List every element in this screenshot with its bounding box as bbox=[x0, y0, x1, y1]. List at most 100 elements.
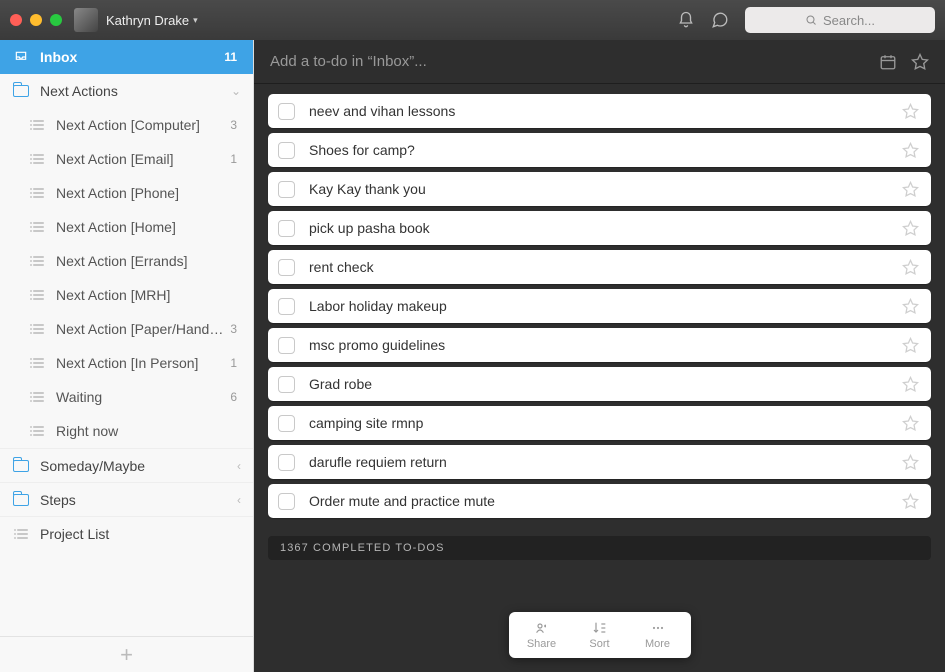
sidebar-item-count: 1 bbox=[230, 152, 241, 166]
sidebar-item-label: Next Action [Computer] bbox=[56, 117, 230, 133]
bottom-toolbar: Share Sort More bbox=[509, 612, 691, 658]
star-icon[interactable] bbox=[902, 220, 919, 237]
sidebar-item-label: Next Action [In Person] bbox=[56, 355, 230, 371]
todo-item[interactable]: pick up pasha book bbox=[268, 211, 931, 245]
share-button[interactable]: Share bbox=[513, 620, 571, 650]
share-label: Share bbox=[527, 638, 556, 650]
sidebar-item-label: Next Action [Email] bbox=[56, 151, 230, 167]
checkbox[interactable] bbox=[278, 103, 295, 120]
completed-label: 1367 COMPLETED TO-DOS bbox=[280, 542, 445, 554]
star-icon[interactable] bbox=[902, 103, 919, 120]
inbox-icon bbox=[12, 50, 30, 64]
sidebar-item-someday[interactable]: Someday/Maybe ‹ bbox=[0, 448, 253, 482]
todo-item[interactable]: darufle requiem return bbox=[268, 445, 931, 479]
user-menu[interactable]: Kathryn Drake ▾ bbox=[106, 13, 198, 28]
sidebar-item-count: 6 bbox=[230, 390, 241, 404]
folder-icon bbox=[12, 85, 30, 97]
checkbox[interactable] bbox=[278, 415, 295, 432]
todo-item[interactable]: Kay Kay thank you bbox=[268, 172, 931, 206]
list-icon bbox=[28, 290, 46, 300]
checkbox[interactable] bbox=[278, 376, 295, 393]
sidebar-item-next-action[interactable]: Waiting6 bbox=[0, 380, 253, 414]
minimize-window-button[interactable] bbox=[30, 14, 42, 26]
window-controls bbox=[10, 14, 62, 26]
sidebar-item-steps[interactable]: Steps ‹ bbox=[0, 482, 253, 516]
plus-icon: + bbox=[120, 642, 133, 668]
star-icon[interactable] bbox=[902, 454, 919, 471]
checkbox[interactable] bbox=[278, 142, 295, 159]
todo-item[interactable]: Grad robe bbox=[268, 367, 931, 401]
sidebar-item-label: Right now bbox=[56, 423, 237, 439]
star-icon[interactable] bbox=[902, 337, 919, 354]
sidebar-item-next-action[interactable]: Next Action [Email]1 bbox=[0, 142, 253, 176]
todo-text: darufle requiem return bbox=[309, 454, 902, 470]
sidebar-item-next-action[interactable]: Next Action [MRH] bbox=[0, 278, 253, 312]
todo-text: pick up pasha book bbox=[309, 220, 902, 236]
star-icon[interactable] bbox=[902, 259, 919, 276]
todo-item[interactable]: Shoes for camp? bbox=[268, 133, 931, 167]
more-button[interactable]: More bbox=[629, 620, 687, 650]
sidebar-item-label: Next Action [MRH] bbox=[56, 287, 237, 303]
list-icon bbox=[28, 120, 46, 130]
titlebar: Kathryn Drake ▾ Search... bbox=[0, 0, 945, 40]
todo-item[interactable]: camping site rmnp bbox=[268, 406, 931, 440]
star-icon[interactable] bbox=[902, 415, 919, 432]
star-icon[interactable] bbox=[902, 181, 919, 198]
close-window-button[interactable] bbox=[10, 14, 22, 26]
todo-list: neev and vihan lessons Shoes for camp? Kay… bbox=[254, 84, 945, 526]
sidebar-item-next-action[interactable]: Next Action [Phone] bbox=[0, 176, 253, 210]
sidebar-item-next-action[interactable]: Next Action [Home] bbox=[0, 210, 253, 244]
checkbox[interactable] bbox=[278, 181, 295, 198]
add-todo-bar[interactable]: Add a to-do in “Inbox”... bbox=[254, 40, 945, 84]
add-list-button[interactable]: + bbox=[0, 636, 253, 672]
checkbox[interactable] bbox=[278, 337, 295, 354]
star-icon[interactable] bbox=[902, 376, 919, 393]
star-icon[interactable] bbox=[902, 298, 919, 315]
sidebar-item-next-actions[interactable]: Next Actions ⌄ bbox=[0, 74, 253, 108]
list-icon bbox=[28, 358, 46, 368]
sidebar: Inbox 11 Next Actions ⌄ Next Action [Com… bbox=[0, 40, 254, 672]
sidebar-item-label: Next Action [Errands] bbox=[56, 253, 237, 269]
list-icon bbox=[28, 188, 46, 198]
sort-button[interactable]: Sort bbox=[571, 620, 629, 650]
avatar[interactable] bbox=[74, 8, 98, 32]
todo-item[interactable]: neev and vihan lessons bbox=[268, 94, 931, 128]
todo-item[interactable]: Labor holiday makeup bbox=[268, 289, 931, 323]
chevron-down-icon: ⌄ bbox=[231, 84, 241, 98]
sidebar-item-next-action[interactable]: Next Action [Paper/Handwritt...3 bbox=[0, 312, 253, 346]
completed-todos-button[interactable]: 1367 COMPLETED TO-DOS bbox=[268, 536, 931, 560]
calendar-icon[interactable] bbox=[879, 53, 897, 71]
sidebar-item-next-action[interactable]: Next Action [Computer]3 bbox=[0, 108, 253, 142]
sidebar-item-count: 3 bbox=[230, 322, 241, 336]
star-icon[interactable] bbox=[902, 493, 919, 510]
list-icon bbox=[28, 392, 46, 402]
todo-text: rent check bbox=[309, 259, 902, 275]
todo-item[interactable]: msc promo guidelines bbox=[268, 328, 931, 362]
sidebar-item-next-action[interactable]: Next Action [In Person]1 bbox=[0, 346, 253, 380]
bell-icon[interactable] bbox=[677, 11, 695, 29]
sidebar-item-project-list[interactable]: Project List bbox=[0, 516, 253, 550]
checkbox[interactable] bbox=[278, 493, 295, 510]
sidebar-item-inbox[interactable]: Inbox 11 bbox=[0, 40, 253, 74]
checkbox[interactable] bbox=[278, 454, 295, 471]
zoom-window-button[interactable] bbox=[50, 14, 62, 26]
checkbox[interactable] bbox=[278, 259, 295, 276]
todo-item[interactable]: rent check bbox=[268, 250, 931, 284]
sidebar-item-label: Next Action [Phone] bbox=[56, 185, 237, 201]
folder-icon bbox=[12, 494, 30, 506]
todo-item[interactable]: Order mute and practice mute bbox=[268, 484, 931, 518]
sidebar-item-next-action[interactable]: Right now bbox=[0, 414, 253, 448]
checkbox[interactable] bbox=[278, 298, 295, 315]
chevron-down-icon: ▾ bbox=[193, 15, 198, 26]
search-input[interactable]: Search... bbox=[745, 7, 935, 33]
star-icon[interactable] bbox=[902, 142, 919, 159]
chevron-left-icon: ‹ bbox=[237, 493, 241, 507]
todo-text: Kay Kay thank you bbox=[309, 181, 902, 197]
checkbox[interactable] bbox=[278, 220, 295, 237]
chat-icon[interactable] bbox=[711, 11, 729, 29]
star-icon[interactable] bbox=[911, 53, 929, 71]
search-placeholder: Search... bbox=[823, 13, 875, 28]
more-icon bbox=[649, 620, 667, 636]
todo-text: camping site rmnp bbox=[309, 415, 902, 431]
sidebar-item-next-action[interactable]: Next Action [Errands] bbox=[0, 244, 253, 278]
